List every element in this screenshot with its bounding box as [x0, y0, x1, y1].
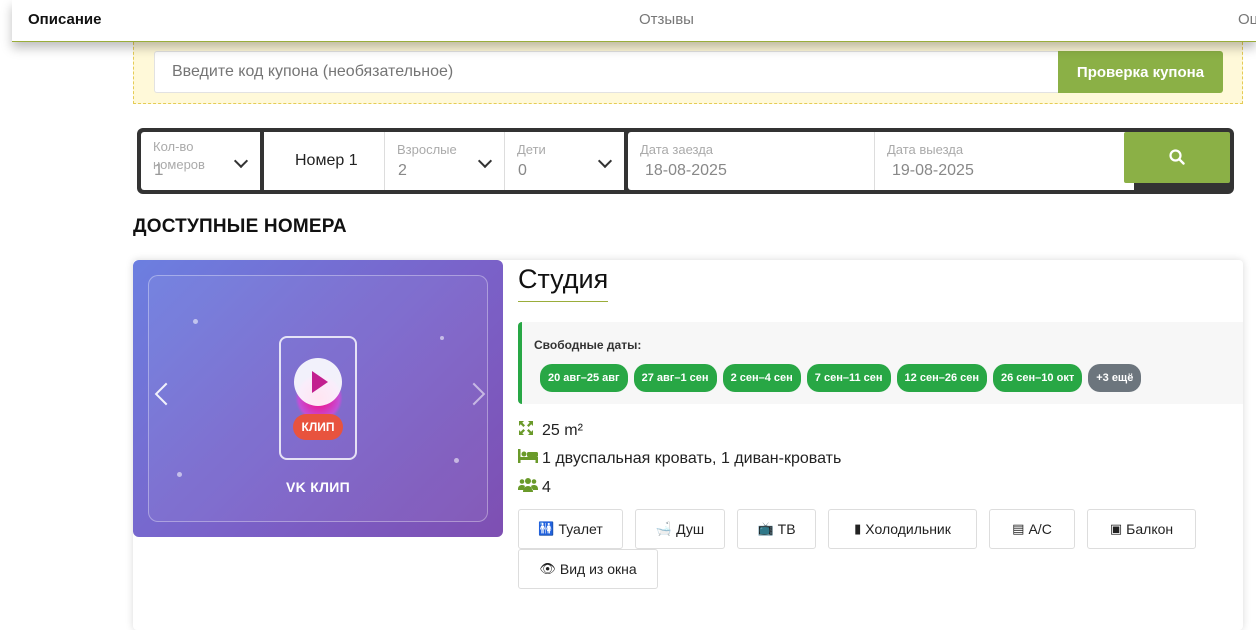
tab-description[interactable]: Описание: [28, 11, 101, 28]
amenity-label: Балкон: [1126, 521, 1174, 537]
room-beds: 1 двуспальная кровать, 1 диван-кровать: [518, 449, 841, 468]
children-label: Дети: [517, 142, 546, 157]
room-number-text: Номер 1: [295, 152, 358, 169]
bed-icon: [518, 449, 540, 468]
room-number-label: Номер 1: [264, 132, 384, 190]
checkout-date-field[interactable]: Дата выезда 19-08-2025: [874, 132, 1134, 190]
amenity-label: Вид из окна: [559, 561, 637, 577]
search-icon: [1169, 149, 1185, 165]
clip-badge: КЛИП: [293, 414, 343, 440]
rooms-count-select[interactable]: 1 Кол-во номеров: [141, 132, 260, 190]
coupon-section: Проверка купона: [133, 42, 1243, 104]
vk-clip-phone-icon: КЛИП: [279, 336, 357, 460]
children-select[interactable]: Дети 0: [504, 132, 624, 190]
checkout-value: 19-08-2025: [892, 162, 974, 179]
decor-dot: [454, 458, 459, 463]
checkout-label: Дата выезда: [887, 142, 964, 157]
tabs-bar: Описание Отзывы Оц: [12, 0, 1256, 42]
search-button[interactable]: [1124, 132, 1230, 183]
vk-clip-caption: VK КЛИП: [286, 479, 350, 495]
expand-icon: [518, 420, 540, 441]
checkin-date-field[interactable]: Дата заезда 18-08-2025: [628, 132, 874, 190]
more-dates-pill[interactable]: +3 ещё: [1088, 364, 1142, 392]
date-pill[interactable]: 7 сен–11 сен: [806, 364, 891, 392]
eye-icon: 👁: [539, 561, 556, 576]
adults-label: Взрослые: [397, 142, 457, 157]
amenity-label: Туалет: [558, 521, 603, 537]
chevron-down-icon: [233, 153, 249, 169]
amenity-label: ТВ: [777, 521, 796, 537]
amenity-ac: ▤ A/C: [989, 509, 1075, 549]
adults-value: 2: [398, 162, 407, 179]
date-pill[interactable]: 27 авг–1 сен: [633, 364, 717, 392]
room-guests: 4: [518, 478, 551, 497]
date-pill[interactable]: 2 сен–4 сен: [722, 364, 801, 392]
date-pill[interactable]: 26 сен–10 окт: [993, 364, 1083, 392]
amenity-label: Холодильник: [865, 521, 951, 537]
decor-dot: [177, 472, 182, 477]
amenity-tv: 📺 ТВ: [737, 509, 816, 549]
fridge-icon: ▮: [854, 521, 862, 536]
available-rooms-heading: ДОСТУПНЫЕ НОМЕРА: [133, 216, 347, 237]
date-pill[interactable]: 12 сен–26 сен: [896, 364, 988, 392]
room-guests-value: 4: [542, 478, 551, 496]
restroom-icon: 🚻: [538, 521, 555, 536]
bath-icon: 🛁: [655, 521, 673, 536]
decor-dot: [193, 319, 198, 324]
adults-select[interactable]: Взрослые 2: [384, 132, 504, 190]
tab-ratings[interactable]: Оц: [1238, 11, 1256, 28]
amenity-label: Душ: [676, 521, 705, 537]
check-coupon-button[interactable]: Проверка купона: [1058, 51, 1223, 93]
chevron-down-icon: [477, 153, 493, 169]
availability-title: Свободные даты:: [534, 338, 642, 352]
air-conditioner-icon: ▤: [1012, 521, 1025, 536]
balcony-icon: ▣: [1109, 521, 1123, 536]
room-title: Студия: [518, 264, 609, 302]
booking-search-bar: 1 Кол-во номеров Номер 1 Взрослые 2 Дети…: [137, 128, 1234, 194]
chevron-down-icon: [597, 153, 613, 169]
decor-dot: [440, 336, 444, 340]
checkin-value: 18-08-2025: [645, 162, 727, 179]
room-card: КЛИП VK КЛИП Студия Свободные даты: 20 а…: [133, 260, 1243, 630]
room-beds-value: 1 двуспальная кровать, 1 диван-кровать: [542, 449, 842, 467]
date-pills: 20 авг–25 авг 27 авг–1 сен 2 сен–4 сен 7…: [540, 364, 1142, 392]
amenity-toilet: 🚻 Туалет: [518, 509, 623, 549]
checkin-label: Дата заезда: [640, 142, 714, 157]
availability-box: Свободные даты: 20 авг–25 авг 27 авг–1 с…: [518, 322, 1243, 404]
amenity-shower: 🛁 Душ: [635, 509, 725, 549]
amenity-fridge: ▮ Холодильник: [828, 509, 977, 549]
coupon-input[interactable]: [154, 51, 1058, 93]
users-icon: [518, 478, 540, 497]
play-icon[interactable]: [294, 358, 342, 406]
amenity-view: 👁 Вид из окна: [518, 549, 658, 589]
children-value: 0: [518, 162, 527, 179]
date-pill[interactable]: 20 авг–25 авг: [540, 364, 628, 392]
room-area-value: 25 m²: [542, 421, 583, 439]
tab-reviews[interactable]: Отзывы: [639, 11, 694, 28]
room-area: 25 m²: [518, 420, 583, 441]
room-media-carousel[interactable]: КЛИП VK КЛИП: [133, 260, 503, 537]
amenity-label: A/C: [1028, 521, 1052, 537]
rooms-count-label: Кол-во номеров: [153, 139, 205, 172]
amenity-balcony: ▣ Балкон: [1087, 509, 1196, 549]
tv-icon: 📺: [757, 521, 774, 536]
